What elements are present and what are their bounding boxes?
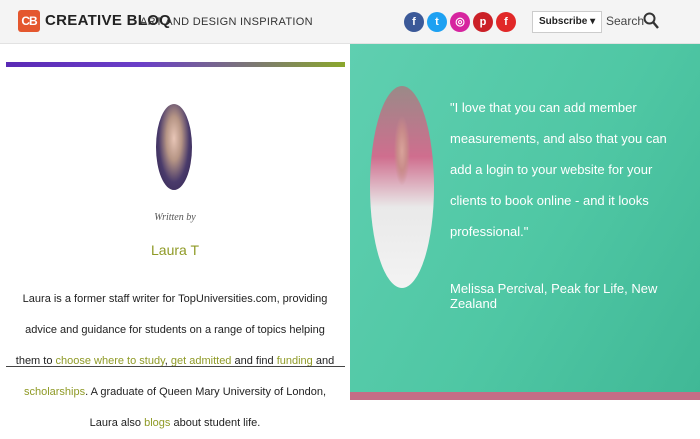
search-label[interactable]: Search	[606, 14, 644, 28]
author-bio: Laura is a former staff writer for TopUn…	[14, 284, 336, 439]
instagram-icon[interactable]: ◎	[450, 12, 470, 32]
flipboard-icon[interactable]: f	[496, 12, 516, 32]
written-by-label: Written by	[154, 212, 196, 223]
twitter-icon[interactable]: t	[427, 12, 447, 32]
subscribe-button[interactable]: Subscribe ▾	[532, 11, 603, 33]
divider	[6, 366, 345, 367]
author-avatar	[156, 104, 192, 190]
bio-link-blogs[interactable]: blogs	[144, 417, 170, 429]
pinterest-icon[interactable]: p	[473, 12, 493, 32]
testimonial-attribution: Melissa Percival, Peak for Life, New Zea…	[450, 281, 658, 311]
bio-text: about student life.	[170, 417, 261, 429]
facebook-icon[interactable]: f	[404, 12, 424, 32]
brand-tagline: ART AND DESIGN INSPIRATION	[140, 16, 313, 28]
testimonial-panel: "I love that you can add member measurem…	[350, 44, 700, 400]
site-header: CB CREATIVE BLOQ ART AND DESIGN INSPIRAT…	[0, 0, 700, 44]
panel-bottom-strip	[350, 392, 700, 400]
author-card: Written by Laura T Laura is a former sta…	[0, 44, 350, 429]
author-name[interactable]: Laura T	[0, 242, 350, 258]
testimonial-photo	[370, 86, 434, 288]
bio-link-scholarships[interactable]: scholarships	[24, 386, 85, 398]
search-icon[interactable]	[643, 12, 659, 30]
accent-bar	[6, 62, 345, 67]
testimonial-quote: "I love that you can add member measurem…	[450, 100, 667, 239]
brand-logo-mark[interactable]: CB	[18, 10, 40, 32]
